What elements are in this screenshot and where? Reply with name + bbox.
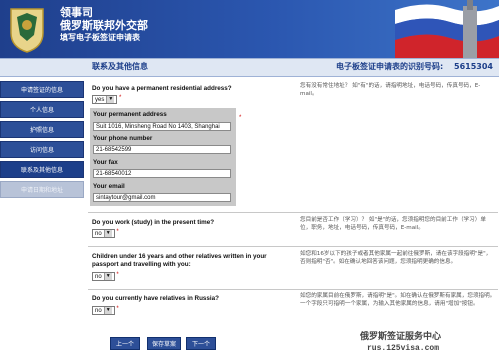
residential-address-select[interactable]: yes ▼ — [92, 95, 118, 104]
relatives-russia-value: no — [95, 308, 102, 314]
prev-button[interactable]: 上一个 — [110, 337, 140, 350]
required-mark: * — [116, 229, 119, 235]
sidebar-item-passport-info[interactable]: 护照信息 — [0, 121, 84, 138]
sidebar-item-personal-info[interactable]: 个人信息 — [0, 101, 84, 118]
chevron-down-icon: ▼ — [103, 307, 112, 314]
sidebar-item-date-address: 申请日期和地址 — [0, 181, 84, 198]
sidebar-nav: 申请签证的信息 个人信息 护照信息 访问信息 联系及其他信息 申请日期和地址 — [0, 81, 84, 201]
application-id: 电子板签证申请表的识别号码: 5615304 — [336, 61, 493, 72]
russian-flag-building-icon — [395, 0, 499, 58]
permanent-address-label: Your permanent address — [93, 111, 167, 118]
sidebar-item-application-info[interactable]: 申请签证的信息 — [0, 81, 84, 98]
section-bar: 联系及其他信息 电子板签证申请表的识别号码: 5615304 — [0, 58, 499, 77]
question-residential-address: Do you have a permanent residential addr… — [92, 85, 232, 92]
section-title: 联系及其他信息 — [92, 62, 148, 71]
relatives-russia-select[interactable]: no ▼ — [92, 306, 115, 315]
sidebar-item-contact-info[interactable]: 联系及其他信息 — [0, 161, 84, 178]
residential-address-value: yes — [95, 97, 105, 103]
header-line3: 填写电子板签证申请表 — [60, 33, 140, 42]
watermark-title: 俄罗斯签证服务中心 — [360, 332, 442, 342]
header-line1: 领事司 — [60, 6, 93, 19]
question-work-study: Do you work (study) in the present time? — [92, 219, 215, 226]
sidebar-item-visit-info[interactable]: 访问信息 — [0, 141, 84, 158]
work-study-select[interactable]: no ▼ — [92, 229, 115, 238]
divider — [88, 246, 498, 247]
help-residential-address: 您有没有常住地址？ 如"有"的话，请指明地址，电话号码，传真号码，E-mail。 — [300, 83, 481, 97]
fax-input[interactable]: 21-68540012 — [93, 169, 231, 178]
required-mark: * — [116, 306, 119, 312]
children-relatives-select[interactable]: no ▼ — [92, 272, 115, 281]
divider — [88, 289, 498, 290]
watermark-url: rus.125visa.com — [367, 344, 440, 353]
next-button[interactable]: 下一个 — [186, 337, 216, 350]
help-children-relatives: 如您和16岁以下的孩子或者其他家属一起前往俄罗斯，请在该字段指明"是"，否则指明… — [300, 251, 492, 265]
question-children-relatives: Children under 16 years and other relati… — [92, 253, 267, 268]
email-label: Your email — [93, 183, 125, 190]
application-id-label: 电子板签证申请表的识别号码: — [336, 62, 444, 71]
save-draft-button[interactable]: 保存草案 — [147, 337, 181, 350]
required-mark: * — [239, 115, 242, 121]
work-study-select-wrap: no ▼ * — [92, 229, 119, 238]
header-line2: 俄罗斯联邦外交部 — [60, 19, 148, 32]
required-mark: * — [116, 272, 119, 278]
chevron-down-icon: ▼ — [103, 273, 112, 280]
divider — [88, 212, 498, 213]
header-title: 领事司 俄罗斯联邦外交部 填写电子板签证申请表 — [60, 6, 148, 43]
contact-panel: Your permanent address * Suit 1016, Mins… — [90, 108, 241, 206]
russian-emblem-icon — [10, 8, 44, 53]
application-id-value: 5615304 — [454, 62, 493, 71]
relatives-russia-select-wrap: no ▼ * — [92, 306, 119, 315]
chevron-down-icon: ▼ — [103, 230, 112, 237]
residential-address-select-wrap: yes ▼ * — [92, 95, 121, 104]
email-input[interactable]: sintaytour@gmail.com — [93, 193, 231, 202]
help-relatives-russia: 如您的家属目前在俄罗斯，请指明"是"。如在确认在俄罗斯有家属，您须指明。一个字段… — [300, 293, 496, 307]
work-study-value: no — [95, 231, 102, 237]
children-relatives-select-wrap: no ▼ * — [92, 272, 119, 281]
question-relatives-russia: Do you currently have relatives in Russi… — [92, 295, 220, 302]
page-header: 领事司 俄罗斯联邦外交部 填写电子板签证申请表 — [0, 0, 499, 58]
chevron-down-icon: ▼ — [106, 96, 115, 103]
children-relatives-value: no — [95, 274, 102, 280]
phone-number-input[interactable]: 21-68542599 — [93, 145, 231, 154]
phone-number-label: Your phone number — [93, 135, 153, 142]
permanent-address-input[interactable]: Suit 1016, Minsheng Road No 1403, Shangh… — [93, 122, 231, 131]
help-work-study: 您目前是否工作（学习）？ 如"是"的话，您须指明您的目前工作（学习）单位，职务，… — [300, 217, 486, 231]
fax-label: Your fax — [93, 159, 118, 166]
required-mark: * — [119, 95, 122, 101]
